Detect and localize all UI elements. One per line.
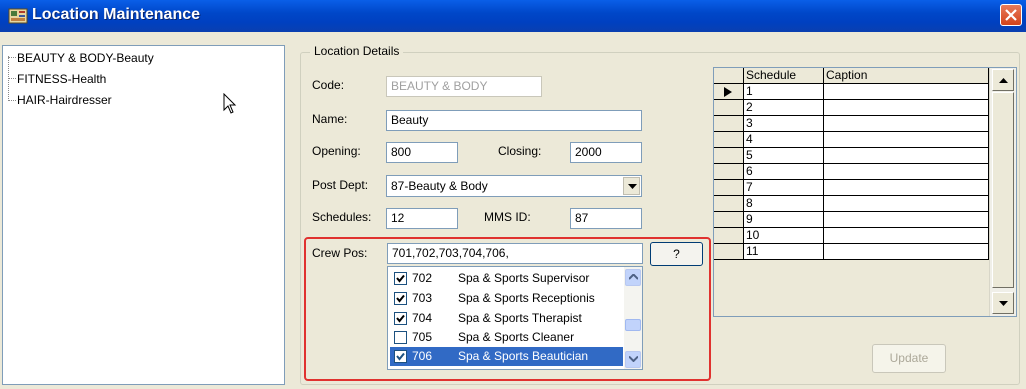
grid-cell-caption[interactable] xyxy=(824,196,989,212)
grid-cell-schedule[interactable]: 4 xyxy=(744,132,824,148)
chevron-down-icon xyxy=(628,184,637,189)
grid-cell-caption[interactable] xyxy=(824,132,989,148)
grid-scroll-down-button[interactable] xyxy=(992,292,1014,314)
grid-header-caption[interactable]: Caption xyxy=(824,68,989,84)
close-button[interactable] xyxy=(1000,4,1022,26)
grid-cell-caption[interactable] xyxy=(824,148,989,164)
arrow-down-icon xyxy=(999,301,1008,306)
mms-id-label: MMS ID: xyxy=(484,210,531,224)
close-icon xyxy=(1005,9,1017,21)
grid-header-schedule[interactable]: Schedule xyxy=(744,68,824,84)
post-dept-label: Post Dept: xyxy=(312,178,369,192)
grid-cell-schedule[interactable]: 11 xyxy=(744,244,824,260)
post-dept-dropdown-button[interactable] xyxy=(623,177,640,195)
window-title: Location Maintenance xyxy=(32,6,201,23)
grid-cell-caption[interactable] xyxy=(824,228,989,244)
grid-cell-schedule[interactable]: 7 xyxy=(744,180,824,196)
location-tree[interactable]: BEAUTY & BODY-Beauty FITNESS-Health HAIR… xyxy=(2,45,285,385)
grid-cell-caption[interactable] xyxy=(824,164,989,180)
schedules-field[interactable]: 12 xyxy=(386,208,458,229)
grid-cell-caption[interactable] xyxy=(824,180,989,196)
highlight-annotation-box xyxy=(304,237,711,381)
grid-row-header[interactable] xyxy=(714,100,744,116)
grid-scroll-thumb[interactable] xyxy=(992,92,1014,288)
grid-cell-schedule[interactable]: 8 xyxy=(744,196,824,212)
grid-row-header[interactable] xyxy=(714,196,744,212)
grid-cell-schedule[interactable]: 2 xyxy=(744,100,824,116)
current-row-icon xyxy=(724,87,732,97)
grid-row-header[interactable] xyxy=(714,228,744,244)
grid-row-header[interactable] xyxy=(714,164,744,180)
location-maintenance-window: Location Maintenance BEAUTY & BODY-Beaut… xyxy=(0,0,1026,389)
grid-row-header[interactable] xyxy=(714,84,744,100)
schedule-grid[interactable]: Schedule Caption 1 2 3 4 5 6 7 8 9 10 11 xyxy=(713,67,1017,317)
post-dept-select[interactable]: 87-Beauty & Body xyxy=(386,175,642,197)
grid-cell-caption[interactable] xyxy=(824,100,989,116)
opening-field[interactable]: 800 xyxy=(386,142,458,163)
grid-row-header[interactable] xyxy=(714,132,744,148)
mouse-cursor-icon xyxy=(223,93,237,114)
code-label: Code: xyxy=(312,78,345,92)
grid-cell-schedule[interactable]: 3 xyxy=(744,116,824,132)
grid-cell-caption[interactable] xyxy=(824,84,989,100)
grid-row-header[interactable] xyxy=(714,116,744,132)
grid-row-header[interactable] xyxy=(714,148,744,164)
grid-scroll-up-button[interactable] xyxy=(992,69,1014,91)
closing-field[interactable]: 2000 xyxy=(570,142,642,163)
tree-item-hair[interactable]: HAIR-Hairdresser xyxy=(15,91,114,109)
grid-cell-caption[interactable] xyxy=(824,244,989,260)
grid-row-header[interactable] xyxy=(714,244,744,260)
grid-cell-schedule[interactable]: 10 xyxy=(744,228,824,244)
closing-label: Closing: xyxy=(498,144,542,158)
arrow-up-icon xyxy=(999,78,1008,83)
name-field[interactable]: Beauty xyxy=(386,110,642,131)
grid-cell-schedule[interactable]: 5 xyxy=(744,148,824,164)
title-bar: Location Maintenance xyxy=(0,0,1026,32)
code-field: BEAUTY & BODY xyxy=(386,76,542,97)
update-button[interactable]: Update xyxy=(872,344,946,373)
grid-cell-schedule[interactable]: 1 xyxy=(744,84,824,100)
grid-cell-schedule[interactable]: 9 xyxy=(744,212,824,228)
app-icon xyxy=(8,7,28,25)
schedules-label: Schedules: xyxy=(312,210,372,224)
opening-label: Opening: xyxy=(312,144,361,158)
tree-item-fitness[interactable]: FITNESS-Health xyxy=(15,70,108,88)
name-label: Name: xyxy=(312,112,348,126)
grid-row-header[interactable] xyxy=(714,212,744,228)
grid-cell-schedule[interactable]: 6 xyxy=(744,164,824,180)
location-details-title: Location Details xyxy=(310,44,404,58)
tree-item-beauty[interactable]: BEAUTY & BODY-Beauty xyxy=(15,49,156,67)
grid-cell-caption[interactable] xyxy=(824,212,989,228)
mms-id-field[interactable]: 87 xyxy=(570,208,642,229)
grid-row-header[interactable] xyxy=(714,180,744,196)
grid-cell-caption[interactable] xyxy=(824,116,989,132)
grid-corner xyxy=(714,68,744,84)
post-dept-value: 87-Beauty & Body xyxy=(391,179,488,193)
grid-scrollbar[interactable] xyxy=(989,68,1016,316)
